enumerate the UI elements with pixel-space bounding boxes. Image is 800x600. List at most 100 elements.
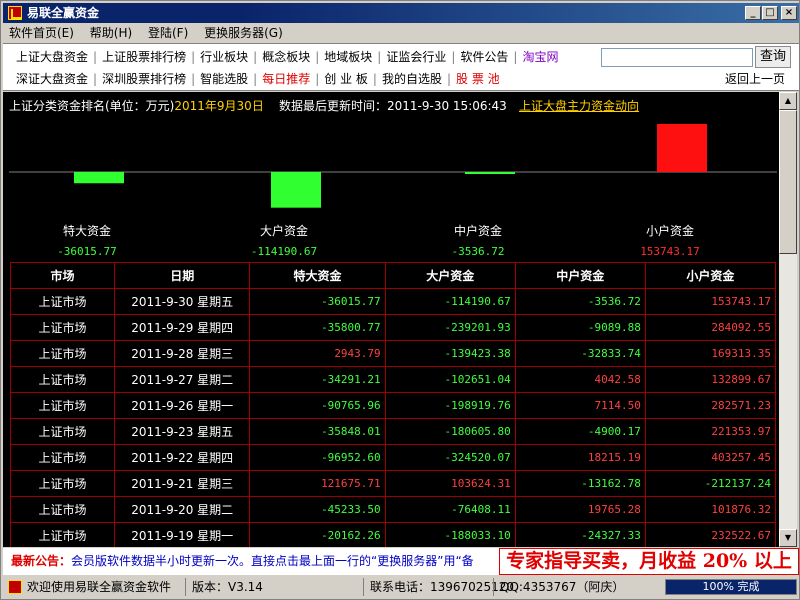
nav-row2-link-4[interactable]: 创 业 板 bbox=[319, 68, 373, 90]
nav-row2-link-1[interactable]: 深圳股票排行榜 bbox=[97, 68, 191, 90]
nav-row-2: 深证大盘资金 | 深圳股票排行榜 | 智能选股 | 每日推荐 | 创 业 板 | 我的自选股 | 股 票… bbox=[11, 68, 505, 90]
nav-toolbar: 上证大盘资金 | 上证股票排行榜 | 行业板块 | 概念板块 | 地域板块 | 证监会行业 | 软件公告… bbox=[3, 43, 799, 91]
chart-svg: 特大资金 -36015.77 大户资金 -114190.67 中户资金 -3536.72 小… bbox=[9, 123, 777, 258]
cell-value: -198919.76 bbox=[384, 392, 516, 419]
cell-date: 2011-9-20 星期二 bbox=[114, 496, 251, 523]
table-row[interactable]: 上证市场 2011-9-29 星期四 -35800.77 -239201.93 -908… bbox=[9, 314, 777, 341]
cell-value: -324520.07 bbox=[384, 444, 516, 471]
back-link[interactable]: 返回上一页 bbox=[725, 68, 785, 90]
cell-value: -32833.74 bbox=[514, 340, 646, 367]
cell-value: 284092.55 bbox=[644, 314, 777, 341]
content-panel: 上证分类资金排名(单位：万元)2011年9月30日 数据最后更新时间：2011-… bbox=[3, 92, 779, 547]
nav-row2-link-0[interactable]: 深证大盘资金 bbox=[11, 68, 93, 90]
status-app-icon bbox=[8, 580, 22, 594]
nav-row1-link-2[interactable]: 行业板块 bbox=[195, 46, 253, 68]
status-version: 版本：V3.14 bbox=[185, 578, 263, 596]
cell-value: -180605.80 bbox=[384, 418, 516, 445]
trend-link[interactable]: 上证大盘主力资金动向 bbox=[519, 97, 639, 114]
menu-home[interactable]: 软件首页(E) bbox=[3, 24, 80, 42]
cell-market: 上证市场 bbox=[9, 522, 116, 547]
cell-market: 上证市场 bbox=[9, 444, 116, 471]
cell-value: -212137.24 bbox=[644, 470, 777, 497]
cell-value: 153743.17 bbox=[644, 288, 777, 315]
cell-value: -35800.77 bbox=[249, 314, 386, 341]
cell-value: -4900.17 bbox=[514, 418, 646, 445]
table-header-row: 市场 日期 特大资金 大户资金 中户资金 小户资金 bbox=[9, 262, 777, 289]
table-row[interactable]: 上证市场 2011-9-23 星期五 -35848.01 -180605.80 -490… bbox=[9, 418, 777, 445]
table-row[interactable]: 上证市场 2011-9-26 星期一 -90765.96 -198919.76 7114… bbox=[9, 392, 777, 419]
chart-value-label: -114190.67 bbox=[251, 245, 317, 258]
table-row[interactable]: 上证市场 2011-9-28 星期三 2943.79 -139423.38 -32833… bbox=[9, 340, 777, 367]
nav-row2-link-3[interactable]: 每日推荐 bbox=[257, 68, 315, 90]
nav-row1-link-4[interactable]: 地域板块 bbox=[319, 46, 377, 68]
scroll-down-arrow-icon[interactable]: ▼ bbox=[779, 529, 797, 547]
cell-value: 403257.45 bbox=[644, 444, 777, 471]
vertical-scrollbar[interactable]: ▲ ▼ bbox=[779, 92, 797, 547]
maximize-button[interactable]: □ bbox=[762, 6, 778, 20]
notice-bar: 最新公告：会员版软件数据半小时更新一次。直接点击最上面一行的“更换服务器”用“备… bbox=[3, 548, 799, 575]
chart-bar-3 bbox=[657, 123, 707, 172]
fund-flow-chart: 特大资金 -36015.77 大户资金 -114190.67 中户资金 -3536.72 小… bbox=[3, 114, 779, 264]
menu-help[interactable]: 帮助(H) bbox=[84, 24, 138, 42]
table-row[interactable]: 上证市场 2011-9-20 星期二 -45233.50 -76408.11 19765… bbox=[9, 496, 777, 523]
menu-login[interactable]: 登陆(F) bbox=[142, 24, 194, 42]
nav-row1-link-3[interactable]: 概念板块 bbox=[257, 46, 315, 68]
scroll-thumb[interactable] bbox=[779, 110, 797, 254]
chart-category-label: 大户资金 bbox=[260, 223, 308, 238]
nav-row1-link-7[interactable]: 淘宝网 bbox=[517, 46, 563, 68]
scroll-up-arrow-icon[interactable]: ▲ bbox=[779, 92, 797, 110]
ranking-label: 上证分类资金排名(单位：万元) bbox=[9, 99, 175, 113]
cell-market: 上证市场 bbox=[9, 392, 116, 419]
nav-row1-link-6[interactable]: 软件公告 bbox=[455, 46, 513, 68]
nav-row1-link-5[interactable]: 证监会行业 bbox=[381, 46, 451, 68]
chart-category-label: 中户资金 bbox=[454, 223, 502, 238]
table-row[interactable]: 上证市场 2011-9-30 星期五 -36015.77 -114190.67 -353… bbox=[9, 288, 777, 315]
app-logo-icon bbox=[8, 6, 22, 20]
notice-label: 最新公告： bbox=[11, 554, 72, 568]
table-row[interactable]: 上证市场 2011-9-21 星期三 121675.71 103624.31 -1316… bbox=[9, 470, 777, 497]
promo-banner[interactable]: 专家指导买卖，月收益 20% 以上 bbox=[499, 548, 799, 575]
close-button[interactable]: × bbox=[781, 6, 797, 20]
nav-row2-link-6[interactable]: 股 票 池 bbox=[451, 68, 505, 90]
nav-row1-link-1[interactable]: 上证股票排行榜 bbox=[97, 46, 191, 68]
nav-row2-link-5[interactable]: 我的自选股 bbox=[377, 68, 447, 90]
table-row[interactable]: 上证市场 2011-9-22 星期四 -96952.60 -324520.07 1821… bbox=[9, 444, 777, 471]
chart-bar-0 bbox=[74, 172, 124, 184]
minimize-button[interactable]: _ bbox=[745, 6, 761, 20]
cell-market: 上证市场 bbox=[9, 288, 116, 315]
nav-row2-link-2[interactable]: 智能选股 bbox=[195, 68, 253, 90]
column-header: 特大资金 bbox=[249, 262, 386, 289]
cell-value: -3536.72 bbox=[514, 288, 646, 315]
app-window: 易联全赢资金 _ □ × 软件首页(E) 帮助(H) 登陆(F) 更换服务器(G… bbox=[0, 0, 800, 600]
cell-value: -34291.21 bbox=[249, 366, 386, 393]
chart-value-label: 153743.17 bbox=[640, 245, 700, 258]
cell-value: 121675.71 bbox=[249, 470, 386, 497]
status-phone: 联系电话：13967025120 bbox=[363, 578, 514, 596]
table-row[interactable]: 上证市场 2011-9-19 星期一 -20162.26 -188033.10 -243… bbox=[9, 522, 777, 547]
chart-value-label: -36015.77 bbox=[57, 245, 117, 258]
table-row[interactable]: 上证市场 2011-9-27 星期二 -34291.21 -102651.04 4042… bbox=[9, 366, 777, 393]
cell-value: -96952.60 bbox=[249, 444, 386, 471]
cell-date: 2011-9-29 星期四 bbox=[114, 314, 251, 341]
cell-market: 上证市场 bbox=[9, 470, 116, 497]
cell-value: -139423.38 bbox=[384, 340, 516, 367]
search-button[interactable]: 查询 bbox=[755, 46, 791, 68]
cell-market: 上证市场 bbox=[9, 418, 116, 445]
menu-change-server[interactable]: 更换服务器(G) bbox=[198, 24, 289, 42]
update-time: 数据最后更新时间：2011-9-30 15:06:43 bbox=[279, 99, 507, 113]
cell-market: 上证市场 bbox=[9, 496, 116, 523]
window-title: 易联全赢资金 bbox=[27, 6, 100, 20]
nav-row1-link-0[interactable]: 上证大盘资金 bbox=[11, 46, 93, 68]
cell-date: 2011-9-30 星期五 bbox=[114, 288, 251, 315]
cell-value: -188033.10 bbox=[384, 522, 516, 547]
cell-value: 2943.79 bbox=[249, 340, 386, 367]
table-body: 上证市场 2011-9-30 星期五 -36015.77 -114190.67 -353… bbox=[9, 288, 777, 547]
fund-table: 市场 日期 特大资金 大户资金 中户资金 小户资金 上证市场 2011-9-30 星期五 -3… bbox=[9, 262, 777, 547]
search-input[interactable] bbox=[601, 48, 753, 67]
cell-value: -13162.78 bbox=[514, 470, 646, 497]
notice-body[interactable]: 会员版软件数据半小时更新一次。直接点击最上面一行的“更换服务器”用“备 bbox=[71, 554, 474, 568]
cell-value: -90765.96 bbox=[249, 392, 386, 419]
cell-value: -114190.67 bbox=[384, 288, 516, 315]
cell-value: 103624.31 bbox=[384, 470, 516, 497]
status-welcome: 欢迎使用易联全赢资金软件 bbox=[27, 580, 172, 594]
